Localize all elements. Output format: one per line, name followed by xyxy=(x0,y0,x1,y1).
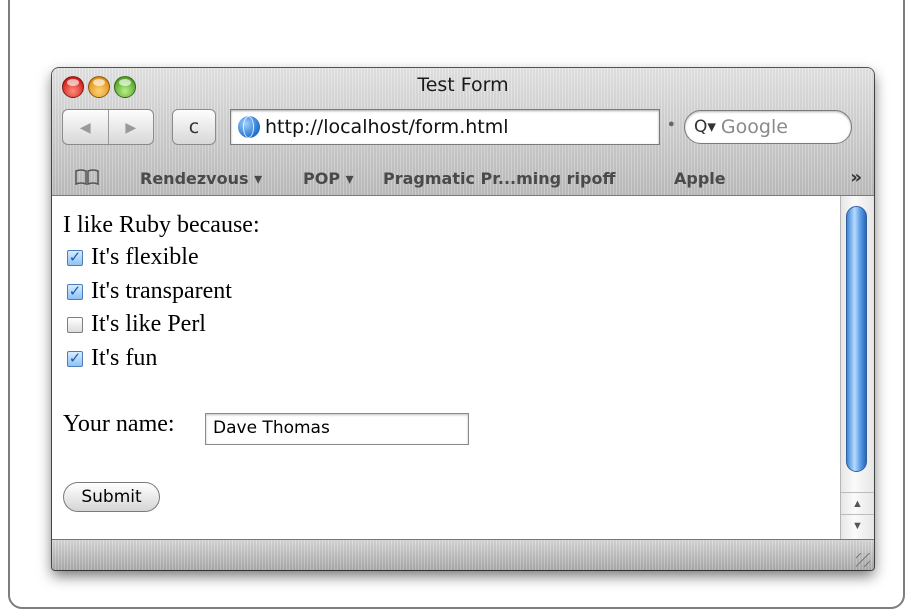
vertical-scrollbar[interactable]: ▲ ▼ xyxy=(840,196,874,539)
option-label: It's like Perl xyxy=(91,311,206,337)
back-button[interactable]: ◀ xyxy=(63,110,108,144)
name-input[interactable]: Dave Thomas xyxy=(205,413,469,445)
search-input[interactable]: Q▾ Google xyxy=(684,110,852,144)
reload-icon: c xyxy=(188,116,200,138)
option-label: It's flexible xyxy=(91,244,199,270)
option-like-perl[interactable]: It's like Perl xyxy=(67,311,206,338)
checkbox-transparent[interactable]: ✓ xyxy=(67,283,83,300)
bookmark-rendezvous[interactable]: Rendezvous ▾ xyxy=(140,169,262,188)
window-title: Test Form xyxy=(417,74,509,96)
option-fun[interactable]: ✓ It's fun xyxy=(67,345,157,372)
browser-window: Test Form ◀ ▶ c http://localhost/form.ht… xyxy=(52,68,874,570)
option-label: It's transparent xyxy=(91,278,232,304)
bookmark-pragmatic[interactable]: Pragmatic Pr...ming ripoff xyxy=(383,169,615,188)
globe-icon xyxy=(238,116,260,138)
status-bar xyxy=(52,539,874,570)
url-text: http://localhost/form.html xyxy=(265,116,509,138)
address-bar[interactable]: http://localhost/form.html xyxy=(230,109,660,145)
title-toolbar-area: Test Form ◀ ▶ c http://localhost/form.ht… xyxy=(52,68,874,196)
back-forward-buttons: ◀ ▶ xyxy=(62,109,154,145)
bookmark-apple[interactable]: Apple xyxy=(674,169,726,188)
forward-button[interactable]: ▶ xyxy=(107,110,154,144)
scroll-thumb[interactable] xyxy=(846,206,867,472)
option-flexible[interactable]: ✓ It's flexible xyxy=(67,244,199,271)
bookmarks-overflow-icon[interactable]: » xyxy=(850,167,862,188)
resize-grip-icon[interactable] xyxy=(856,553,870,567)
page-content: I like Ruby because: ✓ It's flexible ✓ I… xyxy=(52,196,840,539)
scroll-down-arrow-icon[interactable]: ▼ xyxy=(841,514,874,536)
back-arrow-icon: ◀ xyxy=(79,118,91,135)
checkbox-like-perl[interactable] xyxy=(67,316,83,333)
field-resize-handle-icon[interactable]: ● xyxy=(668,118,675,130)
forward-arrow-icon: ▶ xyxy=(125,118,137,135)
search-placeholder: Google xyxy=(720,116,788,138)
bookmarks-bar: Rendezvous ▾ POP ▾ Pragmatic Pr...ming r… xyxy=(52,163,874,195)
search-icon: Q▾ xyxy=(694,117,716,137)
bookmark-pop[interactable]: POP ▾ xyxy=(303,169,354,188)
form-question: I like Ruby because: xyxy=(63,212,260,238)
name-label: Your name: xyxy=(63,411,175,437)
scroll-up-arrow-icon[interactable]: ▲ xyxy=(841,492,874,514)
option-label: It's fun xyxy=(91,345,158,371)
checkbox-flexible[interactable]: ✓ xyxy=(67,249,83,266)
reload-button[interactable]: c xyxy=(172,109,216,145)
bookmarks-book-icon[interactable] xyxy=(74,168,100,186)
checkbox-fun[interactable]: ✓ xyxy=(67,350,83,367)
submit-button[interactable]: Submit xyxy=(63,482,160,512)
option-transparent[interactable]: ✓ It's transparent xyxy=(67,278,232,305)
